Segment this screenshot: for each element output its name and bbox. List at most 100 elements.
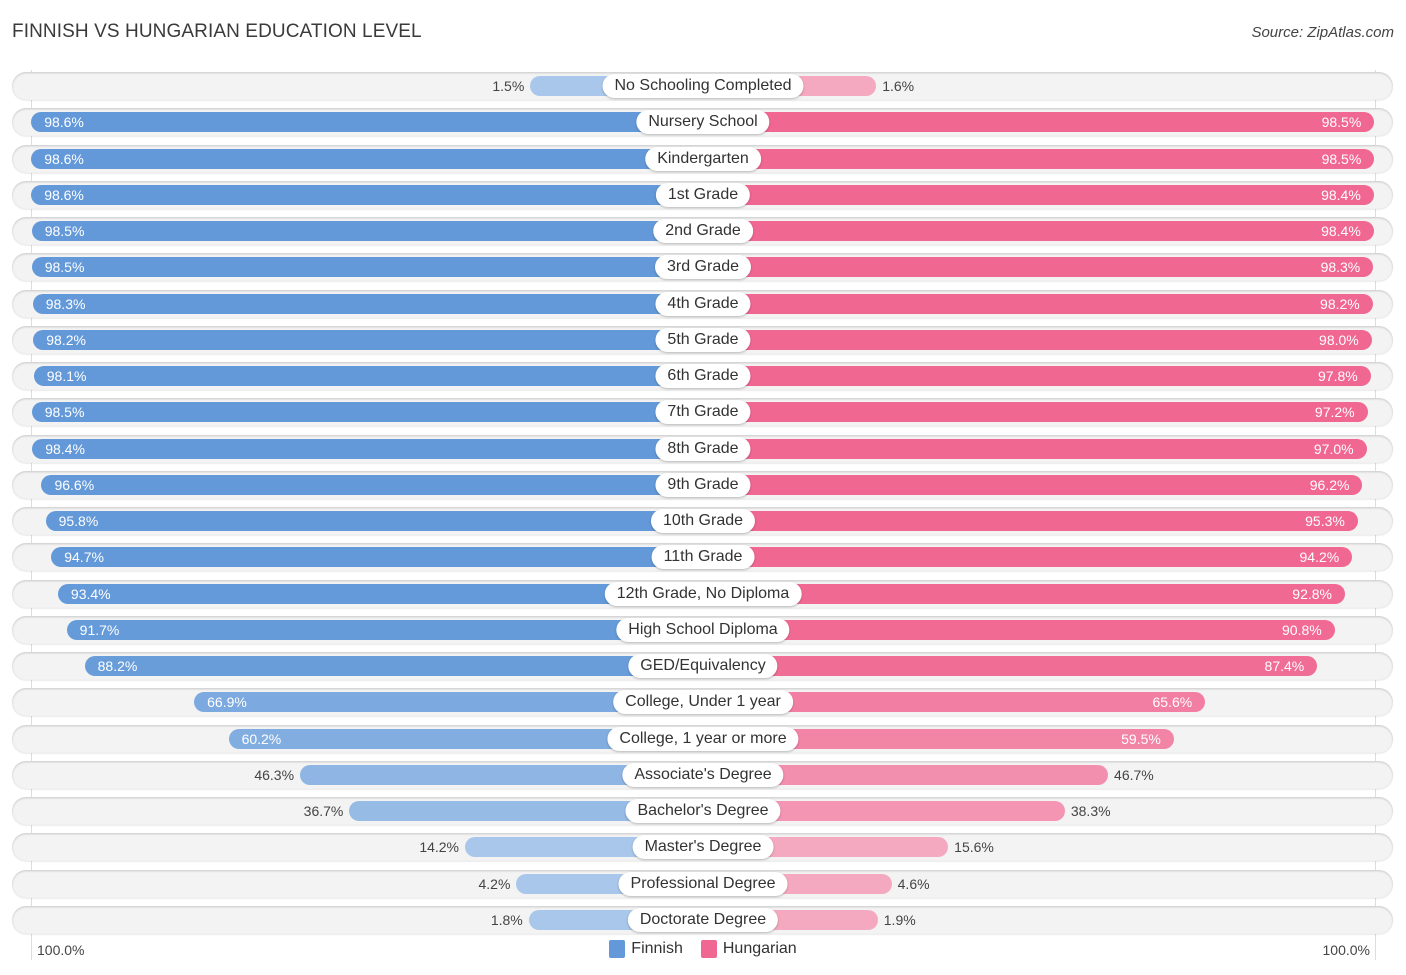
category-label-ged-equivalency: GED/Equivalency [628,654,778,678]
bar-finnish-4th-grade[interactable] [32,293,703,314]
bar-finnish-3rd-grade[interactable] [31,257,703,278]
legend-swatch-finnish [609,940,626,958]
value-label-hungarian-college-under-1-year: 65.6% [1152,694,1193,711]
category-label-4th-grade: 4th Grade [655,291,751,316]
value-label-finnish-nursery-school: 98.6% [44,114,84,131]
value-label-hungarian-bachelor-s-degree: 38.3% [1070,803,1111,819]
bar-finnish-kindergarten[interactable] [31,148,703,169]
legend-item-finnish[interactable]: Finnish [609,940,683,958]
bar-hungarian-kindergarten[interactable] [703,148,1375,169]
legend-item-hungarian[interactable]: Hungarian [700,940,797,958]
category-label-professional-degree: Professional Degree [618,871,788,896]
value-label-finnish-bachelor-s-degree: 36.7% [303,803,344,819]
category-label-9th-grade: 9th Grade [655,472,751,497]
value-label-hungarian-kindergarten: 98.5% [1321,150,1362,167]
bar-finnish-9th-grade[interactable] [41,474,703,495]
legend-swatch-hungarian [700,940,717,958]
value-label-hungarian-11th-grade: 94.2% [1299,549,1340,566]
category-label-master-s-degree: Master's Degree [632,835,774,860]
value-label-hungarian-5th-grade: 98.0% [1319,331,1359,348]
bar-hungarian-4th-grade[interactable] [703,293,1373,314]
category-label-1st-grade: 1st Grade [655,182,751,207]
value-label-hungarian-professional-degree: 4.6% [897,875,930,892]
category-label-doctorate-degree: Doctorate Degree [627,907,779,932]
bar-finnish-high-school-diploma[interactable] [66,619,703,640]
value-label-hungarian-nursery-school: 98.5% [1321,114,1362,131]
value-label-finnish-3rd-grade: 98.5% [44,259,85,276]
value-label-finnish-master-s-degree: 14.2% [419,839,460,856]
value-label-hungarian-1st-grade: 98.4% [1321,186,1361,203]
bar-hungarian-9th-grade[interactable] [703,474,1363,495]
value-label-finnish-7th-grade: 98.5% [44,404,85,421]
bar-finnish-10th-grade[interactable] [45,511,703,531]
bar-finnish-ged-equivalency[interactable] [84,656,703,676]
value-label-finnish-no-schooling-completed: 1.5% [492,78,525,94]
category-label-nursery-school: Nursery School [636,110,770,135]
bar-finnish-2nd-grade[interactable] [31,221,703,241]
bar-hungarian-3rd-grade[interactable] [703,257,1374,278]
legend-label-hungarian: Hungarian [722,940,797,957]
bar-finnish-7th-grade[interactable] [31,402,703,423]
category-label-12th-grade-no-diploma: 12th Grade, No Diploma [604,581,802,606]
diverging-bar-chart: 1.5% 1.6% No Schooling Completed 98.6% 98.5%… [0,0,1406,975]
value-label-hungarian-2nd-grade: 98.4% [1321,223,1361,239]
value-label-hungarian-college-1-year-or-more: 59.5% [1121,730,1161,747]
bar-hungarian-6th-grade[interactable] [703,366,1371,386]
bar-hungarian-nursery-school[interactable] [703,112,1375,133]
category-label-kindergarten: Kindergarten [645,146,761,171]
value-label-finnish-11th-grade: 94.7% [64,549,104,566]
bar-finnish-8th-grade[interactable] [32,438,703,459]
value-label-finnish-college-under-1-year: 66.9% [207,694,247,711]
category-label-10th-grade: 10th Grade [650,509,756,533]
bar-hungarian-11th-grade[interactable] [703,547,1353,568]
value-label-hungarian-9th-grade: 96.2% [1309,476,1350,493]
bar-hungarian-1st-grade[interactable] [703,184,1374,205]
category-label-11th-grade: 11th Grade [651,545,755,570]
category-label-associate-s-degree: Associate's Degree [622,762,784,787]
value-label-hungarian-12th-grade-no-diploma: 92.8% [1292,585,1332,602]
bar-finnish-1st-grade[interactable] [31,184,703,205]
value-label-hungarian-high-school-diploma: 90.8% [1282,621,1322,638]
bar-hungarian-8th-grade[interactable] [703,438,1367,459]
value-label-finnish-9th-grade: 96.6% [54,476,95,493]
bar-hungarian-5th-grade[interactable] [703,329,1372,350]
bar-hungarian-ged-equivalency[interactable] [703,656,1318,676]
value-label-hungarian-8th-grade: 97.0% [1313,440,1354,457]
value-label-finnish-high-school-diploma: 91.7% [79,621,120,638]
value-label-finnish-4th-grade: 98.3% [45,295,86,312]
bar-hungarian-2nd-grade[interactable] [703,221,1374,241]
value-label-hungarian-no-schooling-completed: 1.6% [882,78,915,94]
value-label-finnish-associate-s-degree: 46.3% [254,766,295,783]
value-label-finnish-10th-grade: 95.8% [58,513,99,529]
bar-finnish-5th-grade[interactable] [33,329,703,350]
value-label-hungarian-7th-grade: 97.2% [1314,404,1355,421]
legend: Finnish Hungarian [0,940,1406,958]
value-label-finnish-6th-grade: 98.1% [46,368,87,384]
value-label-finnish-kindergarten: 98.6% [44,150,84,167]
value-label-finnish-12th-grade-no-diploma: 93.4% [70,585,111,602]
value-label-finnish-professional-degree: 4.2% [478,875,511,892]
category-label-no-schooling-completed: No Schooling Completed [602,74,804,98]
bar-hungarian-10th-grade[interactable] [703,511,1358,531]
value-label-hungarian-master-s-degree: 15.6% [954,839,994,856]
value-label-hungarian-associate-s-degree: 46.7% [1114,766,1154,783]
value-label-hungarian-10th-grade: 95.3% [1305,513,1345,529]
value-label-finnish-8th-grade: 98.4% [45,440,85,457]
category-label-7th-grade: 7th Grade [655,400,751,425]
bar-finnish-6th-grade[interactable] [33,366,703,386]
category-label-2nd-grade: 2nd Grade [653,219,753,243]
bar-hungarian-7th-grade[interactable] [703,402,1368,423]
category-label-5th-grade: 5th Grade [655,327,751,352]
value-label-finnish-college-1-year-or-more: 60.2% [241,730,282,747]
value-label-finnish-1st-grade: 98.6% [44,186,84,203]
value-label-finnish-2nd-grade: 98.5% [44,223,85,239]
value-label-hungarian-doctorate-degree: 1.9% [883,911,916,928]
bar-finnish-11th-grade[interactable] [51,547,703,568]
legend-label-finnish: Finnish [631,940,683,957]
category-label-college-1-year-or-more: College, 1 year or more [607,726,799,751]
bar-finnish-nursery-school[interactable] [31,112,703,133]
value-label-hungarian-4th-grade: 98.2% [1320,295,1360,312]
value-label-finnish-ged-equivalency: 88.2% [97,658,138,674]
value-label-finnish-doctorate-degree: 1.8% [490,911,523,928]
bar-hungarian-high-school-diploma[interactable] [703,619,1335,640]
